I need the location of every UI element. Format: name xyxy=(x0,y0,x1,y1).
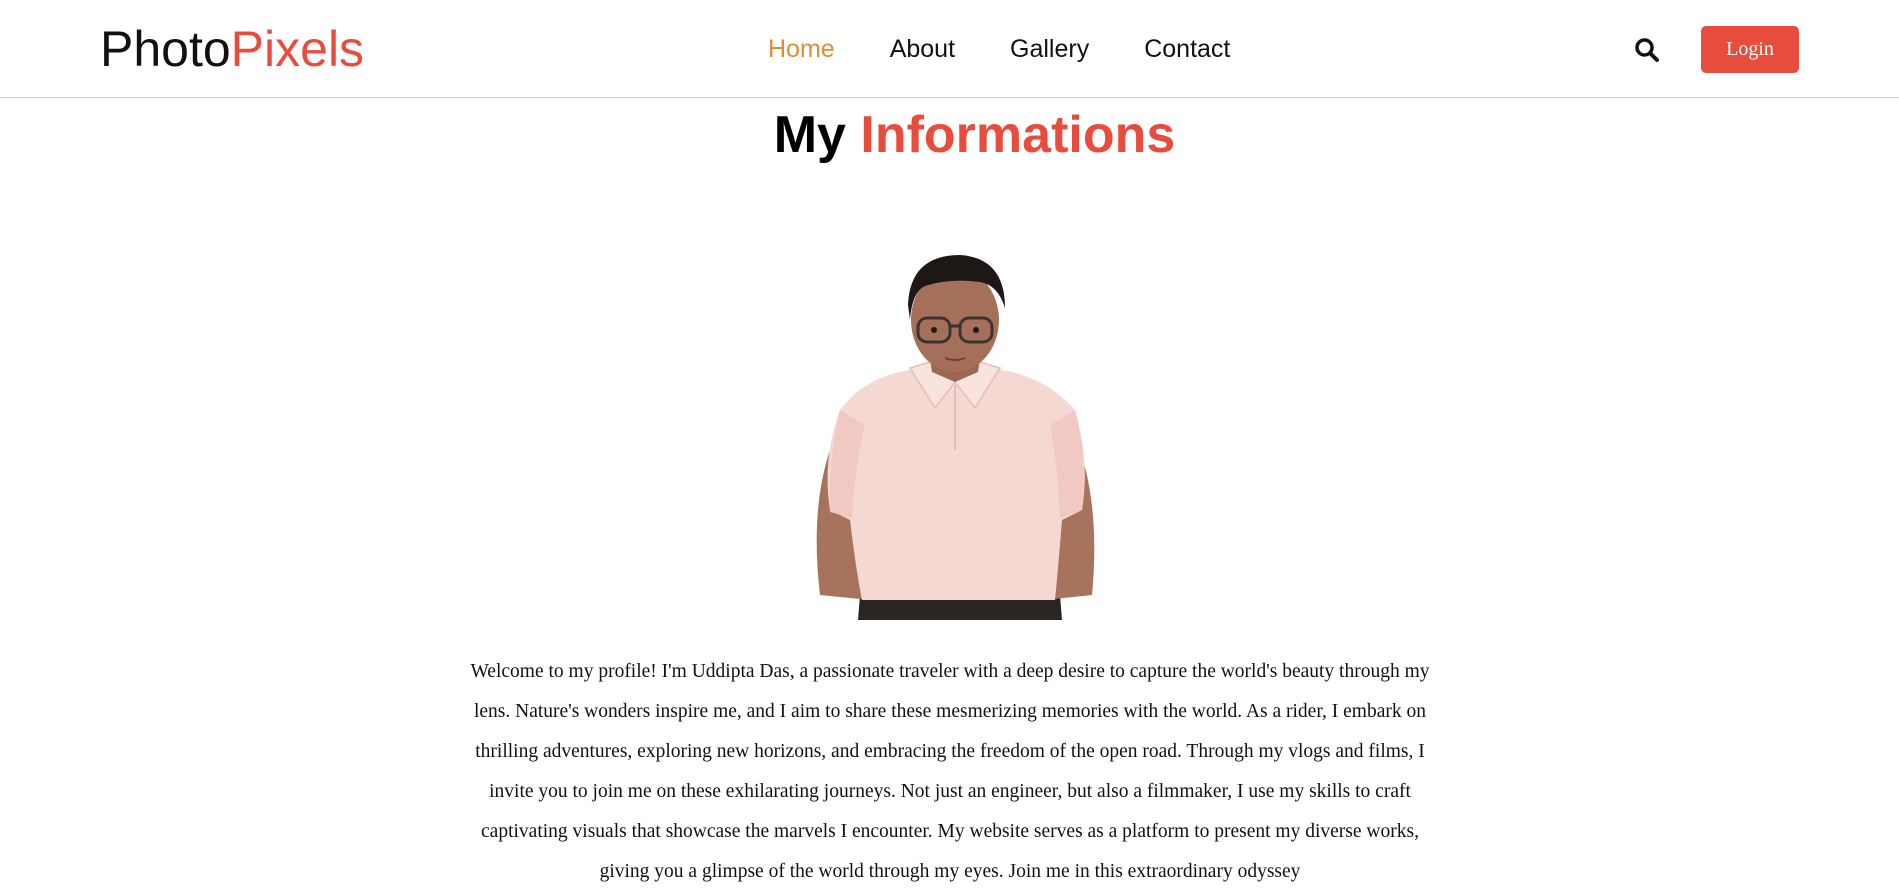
main-nav: Home About Gallery Contact xyxy=(768,34,1230,64)
top-navbar: PhotoPixels Home About Gallery Contact L… xyxy=(0,0,1899,98)
page-title-informations: Informations xyxy=(860,106,1176,164)
search-icon[interactable] xyxy=(1634,37,1660,63)
search-icon-graphic xyxy=(1635,38,1659,62)
nav-link-about[interactable]: About xyxy=(890,34,955,64)
site-logo[interactable]: PhotoPixels xyxy=(100,20,364,78)
page-title-my: My xyxy=(773,106,846,164)
page-title: My Informations xyxy=(0,103,1899,167)
profile-photo xyxy=(800,250,1110,620)
nav-link-contact[interactable]: Contact xyxy=(1144,34,1230,64)
nav-link-gallery[interactable]: Gallery xyxy=(1010,34,1089,64)
logo-text-photo: Photo xyxy=(100,21,231,77)
logo-text-pixels: Pixels xyxy=(230,21,365,77)
profile-photo-graphic xyxy=(816,255,1095,620)
bio-paragraph: Welcome to my profile! I'm Uddipta Das, … xyxy=(470,661,1430,882)
login-button[interactable]: Login xyxy=(1701,26,1799,73)
nav-link-home[interactable]: Home xyxy=(768,34,835,64)
